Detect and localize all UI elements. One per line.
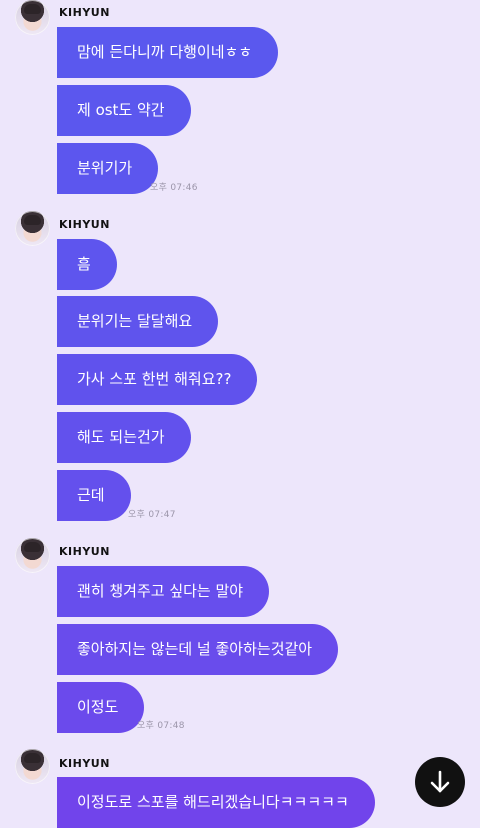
avatar[interactable] — [15, 211, 50, 246]
avatar[interactable] — [15, 0, 50, 35]
message-bubble[interactable]: 가사 스포 한번 해줘요?? — [57, 354, 258, 405]
avatar[interactable] — [15, 749, 50, 784]
message-bubble[interactable]: 괜히 챙겨주고 싶다는 말야 — [57, 566, 270, 617]
sender-name: KIHYUN — [59, 218, 110, 231]
avatar[interactable] — [15, 538, 50, 573]
scroll-to-bottom-button[interactable] — [415, 757, 465, 807]
sender-name: KIHYUN — [59, 545, 110, 558]
message-timestamp: 오후 07:46 — [150, 183, 198, 193]
message-bubble[interactable]: 좋아하지는 않는데 널 좋아하는것같아 — [57, 624, 339, 675]
chat-thread[interactable]: KIHYUN 맘에 든다니까 다행이네ㅎㅎ 제 ost도 약간 분위기가 오후 … — [0, 0, 480, 828]
message-timestamp: 오후 07:48 — [137, 721, 185, 731]
message-bubble[interactable]: 흠 — [57, 239, 117, 290]
sender-name: KIHYUN — [59, 6, 110, 19]
message-bubble[interactable]: 분위기가 — [57, 143, 159, 194]
message-bubble[interactable]: 제 ost도 약간 — [57, 85, 191, 136]
message-bubble[interactable]: 이정도로 스포를 해드리겠습니다ㅋㅋㅋㅋㅋ — [57, 777, 375, 828]
message-bubble[interactable]: 맘에 든다니까 다행이네ㅎㅎ — [57, 27, 279, 78]
message-bubble[interactable]: 해도 되는건가 — [57, 412, 191, 463]
message-timestamp: 오후 07:47 — [128, 510, 176, 520]
arrow-down-icon — [430, 770, 450, 793]
message-bubble[interactable]: 근데 — [57, 470, 131, 521]
sender-name: KIHYUN — [59, 757, 110, 770]
message-bubble[interactable]: 이정도 — [57, 682, 145, 733]
message-bubble[interactable]: 분위기는 달달해요 — [57, 296, 219, 347]
